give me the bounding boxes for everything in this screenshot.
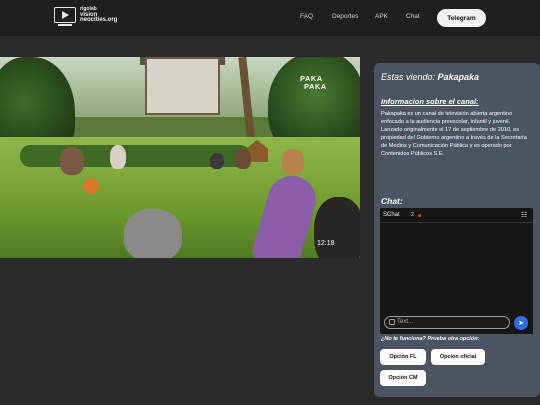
play-screen-icon — [54, 7, 76, 24]
channel-name: Pakapaka — [437, 72, 480, 82]
nav-chat[interactable]: Chat — [406, 13, 420, 20]
video-scene-house — [145, 57, 220, 115]
video-scene-dog — [235, 149, 251, 169]
online-dot-icon — [418, 214, 421, 217]
settings-sliders-icon[interactable]: ☷ — [521, 211, 527, 219]
chat-online-count: 2 — [411, 212, 414, 218]
site-logo[interactable]: rigolab vision neocities.org — [54, 6, 118, 24]
fallback-prompt: ¿No te funciona? Prueba otra opción: — [381, 336, 480, 342]
option-cm-button[interactable]: Opción CM — [380, 370, 426, 386]
video-scene-dog — [210, 153, 224, 169]
send-icon: ➤ — [518, 320, 524, 327]
nav-apk[interactable]: APK — [375, 13, 388, 20]
channel-description: Pakapaka es un canal de televisión abier… — [381, 111, 527, 157]
channel-logo: PAKA PAKA — [300, 74, 327, 91]
chat-divider — [380, 222, 533, 223]
video-scene-dog — [124, 209, 182, 258]
info-heading: Informacion sobre el canal: — [381, 97, 479, 106]
now-watching: Estas viendo: Pakapaka — [381, 72, 480, 82]
emoji-icon[interactable] — [389, 319, 395, 325]
video-scene-dog — [110, 145, 126, 169]
video-player[interactable]: PAKA PAKA — [0, 57, 360, 258]
send-button[interactable]: ➤ — [514, 316, 528, 330]
nav-faq[interactable]: FAQ — [300, 13, 313, 20]
video-scene-dog — [282, 149, 304, 175]
video-scene-dog — [314, 197, 360, 258]
option-fl-button[interactable]: Opción FL — [380, 349, 426, 365]
nav-deportes[interactable]: Deportes — [332, 13, 358, 20]
logo-stand — [58, 24, 72, 26]
video-timestamp: 12:18 — [317, 240, 335, 247]
video-scene-dog — [60, 147, 84, 175]
telegram-button[interactable]: Telegram — [437, 9, 486, 27]
chat-brand: SChat — [383, 212, 400, 218]
site-logo-text: rigolab vision neocities.org — [80, 6, 118, 23]
option-oficial-button[interactable]: Opción oficial — [431, 349, 485, 365]
video-scene-ball — [83, 178, 99, 194]
chat-input-placeholder: Text... — [397, 318, 414, 325]
chat-heading: Chat: — [381, 196, 403, 206]
